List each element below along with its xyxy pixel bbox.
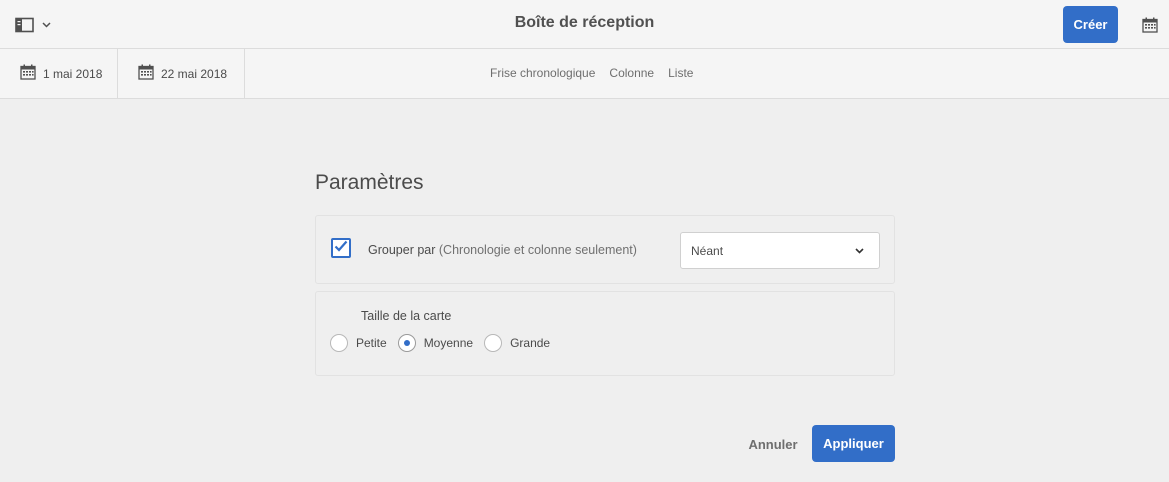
top-header: Boîte de réception Créer [0, 0, 1169, 49]
group-by-label: Grouper par (Chronologie et colonne seul… [368, 243, 637, 257]
date-to-picker[interactable]: 22 mai 2018 [118, 49, 245, 98]
apply-button[interactable]: Appliquer [812, 425, 895, 462]
view-tab-list[interactable]: Liste [668, 66, 693, 80]
radio-large-label[interactable]: Grande [510, 336, 550, 350]
radio-small[interactable] [330, 334, 348, 352]
group-by-hint: (Chronologie et colonne seulement) [438, 243, 637, 257]
settings-title: Paramètres [315, 171, 424, 194]
view-switcher: Frise chronologique Colonne Liste [490, 66, 693, 80]
view-tab-column[interactable]: Colonne [609, 66, 654, 80]
radio-small-label[interactable]: Petite [356, 336, 387, 350]
calendar-icon [20, 64, 36, 83]
calendar-icon [138, 64, 154, 83]
date-view-toolbar: 1 mai 2018 22 mai 2018 Frise chronologiq… [0, 49, 1169, 99]
date-from-label: 1 mai 2018 [43, 66, 103, 81]
group-by-selected-value: Néant [691, 243, 724, 258]
date-from-picker[interactable]: 1 mai 2018 [0, 49, 118, 98]
card-size-radio-group: Petite Moyenne Grande [330, 334, 561, 352]
group-by-panel: Grouper par (Chronologie et colonne seul… [315, 215, 895, 284]
calendar-icon[interactable] [1142, 17, 1158, 38]
date-to-label: 22 mai 2018 [161, 66, 228, 81]
radio-large[interactable] [484, 334, 503, 352]
page-title: Boîte de réception [514, 14, 655, 31]
checkmark-icon [334, 239, 348, 257]
radio-medium-label[interactable]: Moyenne [424, 336, 473, 350]
group-by-text: Grouper par [368, 243, 436, 257]
create-button[interactable]: Créer [1063, 6, 1118, 43]
group-by-select[interactable]: Néant [680, 232, 880, 269]
view-tab-timeline[interactable]: Frise chronologique [490, 66, 595, 80]
group-by-checkbox[interactable] [331, 238, 351, 258]
card-size-panel: Taille de la carte Petite Moyenne Grande [315, 291, 895, 376]
cancel-button[interactable]: Annuler [740, 427, 806, 461]
card-size-label: Taille de la carte [361, 309, 452, 323]
radio-medium[interactable] [397, 334, 416, 352]
